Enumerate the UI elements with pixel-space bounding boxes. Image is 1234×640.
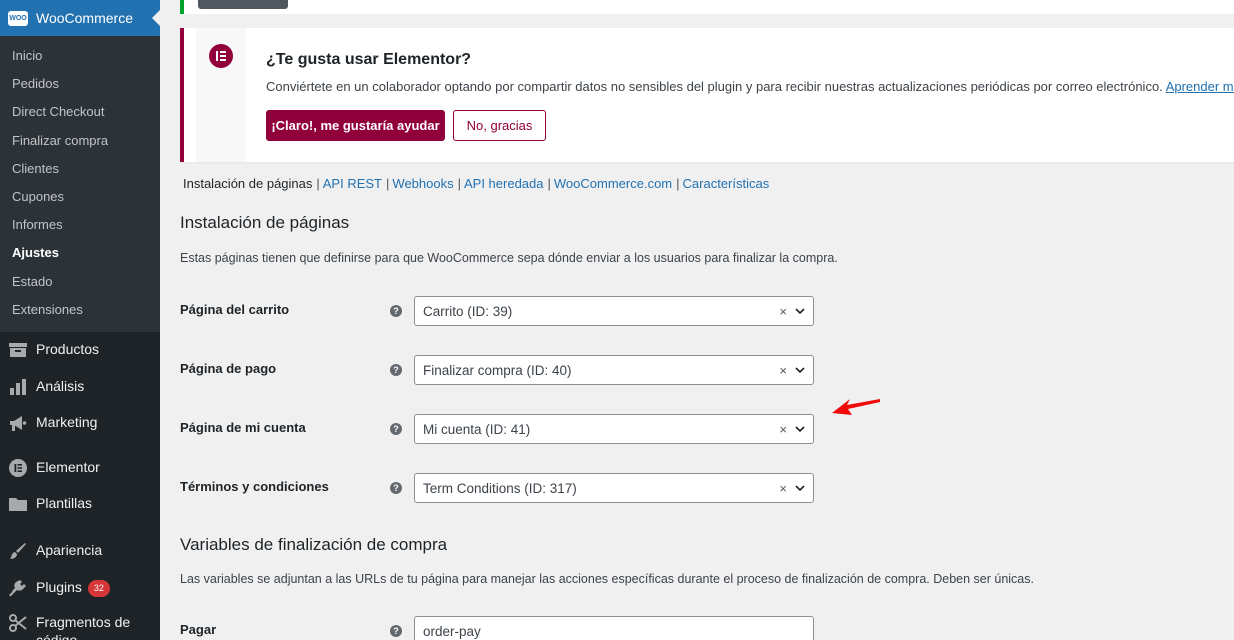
submenu-item-clientes[interactable]: Clientes: [0, 155, 160, 183]
notice-text: Conviértete en un colaborador optando po…: [266, 79, 1234, 94]
sidebar-item-label: Productos: [36, 340, 100, 357]
megaphone-icon: [8, 413, 28, 433]
clear-selection-icon[interactable]: ×: [779, 481, 787, 496]
elementor-icon: [8, 458, 28, 478]
sidebar-item-apariencia[interactable]: Apariencia: [0, 541, 160, 561]
sidebar-item-label: Marketing: [36, 413, 98, 430]
update-count-badge: 32: [87, 579, 110, 597]
chevron-down-icon[interactable]: [795, 306, 805, 316]
clear-selection-icon[interactable]: ×: [779, 304, 787, 319]
decline-tracking-button[interactable]: No, gracias: [453, 110, 546, 141]
main-content: ¿Te gusta usar Elementor? Conviértete en…: [160, 0, 1234, 640]
folder-icon: [8, 494, 28, 514]
section-description-page-setup: Estas páginas tienen que definirse para …: [180, 251, 838, 265]
section-title-page-setup: Instalación de páginas: [180, 213, 350, 232]
chevron-down-icon[interactable]: [795, 424, 805, 434]
notice-icon-column: [196, 28, 246, 162]
selected-value: Finalizar compra (ID: 40): [423, 362, 572, 378]
chevron-down-icon[interactable]: [795, 483, 805, 493]
sidebar-item-label: Fragmentos de código: [36, 613, 131, 640]
checkout-page-label: Página de pago: [180, 361, 277, 376]
chevron-down-icon[interactable]: [795, 365, 805, 375]
sidebar-item-plantillas[interactable]: Plantillas: [0, 494, 160, 514]
help-icon[interactable]: ?: [390, 364, 402, 376]
subsub-current-page-setup[interactable]: Instalación de páginas: [183, 176, 312, 191]
subsub-link-caracteristicas[interactable]: Características: [683, 176, 770, 191]
checkout-page-select[interactable]: Finalizar compra (ID: 40) ×: [414, 355, 814, 385]
subsub-link-webhooks[interactable]: Webhooks: [392, 176, 453, 191]
sidebar-item-label: Elementor: [36, 458, 100, 475]
archive-icon: [8, 340, 28, 360]
accept-tracking-button[interactable]: ¡Claro!, me gustaría ayudar: [266, 110, 445, 141]
notice-thumbnail: [198, 0, 288, 9]
myaccount-page-label: Página de mi cuenta: [180, 420, 306, 435]
woocommerce-logo-icon: WOO: [8, 10, 28, 26]
selected-value: Carrito (ID: 39): [423, 303, 513, 319]
sidebar-item-fragmentos-de-codigo[interactable]: Fragmentos de código: [0, 613, 160, 640]
submenu-item-cupones[interactable]: Cupones: [0, 183, 160, 211]
section-title-checkout-endpoints: Variables de finalización de compra: [180, 535, 448, 554]
input-value: order-pay: [423, 623, 481, 639]
current-menu-arrow: [152, 10, 160, 26]
submenu-item-estado[interactable]: Estado: [0, 268, 160, 296]
notice-title: ¿Te gusta usar Elementor?: [266, 51, 472, 68]
elementor-logo-icon: [209, 44, 233, 68]
sidebar-item-label: Plugins 32: [36, 578, 110, 597]
section-description-checkout-endpoints: Las variables se adjuntan a las URLs de …: [180, 572, 1034, 586]
admin-sidebar: WOO WooCommerce Inicio Pedidos Direct Ch…: [0, 0, 160, 640]
help-icon[interactable]: ?: [390, 305, 402, 317]
plug-icon: [8, 578, 28, 598]
sidebar-item-label: Análisis: [36, 377, 85, 394]
submenu-item-finalizar-compra[interactable]: Finalizar compra: [0, 127, 160, 155]
submenu-item-inicio[interactable]: Inicio: [0, 42, 160, 70]
submenu-item-pedidos[interactable]: Pedidos: [0, 70, 160, 98]
sidebar-item-productos[interactable]: Productos: [0, 340, 160, 360]
subsub-link-api-heredada[interactable]: API heredada: [464, 176, 544, 191]
submenu-item-ajustes[interactable]: Ajustes: [0, 239, 160, 267]
annotation-arrow-icon: [832, 399, 880, 415]
selected-value: Term Conditions (ID: 317): [423, 480, 577, 496]
terms-page-label: Términos y condiciones: [180, 479, 329, 494]
submenu-item-extensiones[interactable]: Extensiones: [0, 296, 160, 324]
sidebar-item-elementor[interactable]: Elementor: [0, 458, 160, 478]
cart-page-label: Página del carrito: [180, 302, 290, 317]
submenu-item-informes[interactable]: Informes: [0, 211, 160, 239]
sidebar-item-label: Plantillas: [36, 494, 93, 511]
elementor-usage-notice: ¿Te gusta usar Elementor? Conviértete en…: [180, 28, 1234, 162]
sidebar-item-label: WooCommerce: [36, 10, 133, 26]
help-icon[interactable]: ?: [390, 625, 402, 637]
settings-subsubsub-nav: Instalación de páginas | API REST | Webhooks…: [183, 176, 770, 191]
submenu-item-direct-checkout[interactable]: Direct Checkout: [0, 98, 160, 126]
pay-endpoint-label: Pagar: [180, 622, 217, 637]
learn-more-link[interactable]: Aprender más: [1166, 79, 1234, 94]
clear-selection-icon[interactable]: ×: [779, 363, 787, 378]
myaccount-page-select[interactable]: Mi cuenta (ID: 41) ×: [414, 414, 814, 444]
scissors-icon: [8, 613, 28, 633]
bar-chart-icon: [8, 377, 28, 397]
cart-page-select[interactable]: Carrito (ID: 39) ×: [414, 296, 814, 326]
paintbrush-icon: [8, 541, 28, 561]
help-icon[interactable]: ?: [390, 482, 402, 494]
terms-page-select[interactable]: Term Conditions (ID: 317) ×: [414, 473, 814, 503]
subsub-link-woocommerce-com[interactable]: WooCommerce.com: [554, 176, 672, 191]
clear-selection-icon[interactable]: ×: [779, 422, 787, 437]
subsub-link-api-rest[interactable]: API REST: [323, 176, 382, 191]
help-icon[interactable]: ?: [390, 423, 402, 435]
selected-value: Mi cuenta (ID: 41): [423, 421, 531, 437]
sidebar-item-woocommerce[interactable]: WOO WooCommerce: [0, 0, 160, 36]
woocommerce-submenu: Inicio Pedidos Direct Checkout Finalizar…: [0, 36, 160, 332]
sidebar-item-label: Apariencia: [36, 541, 103, 558]
pay-endpoint-input[interactable]: order-pay: [414, 616, 814, 640]
sidebar-item-marketing[interactable]: Marketing: [0, 413, 160, 433]
sidebar-item-analisis[interactable]: Análisis: [0, 377, 160, 397]
previous-notice: [180, 0, 1234, 14]
sidebar-item-plugins[interactable]: Plugins 32: [0, 578, 160, 598]
